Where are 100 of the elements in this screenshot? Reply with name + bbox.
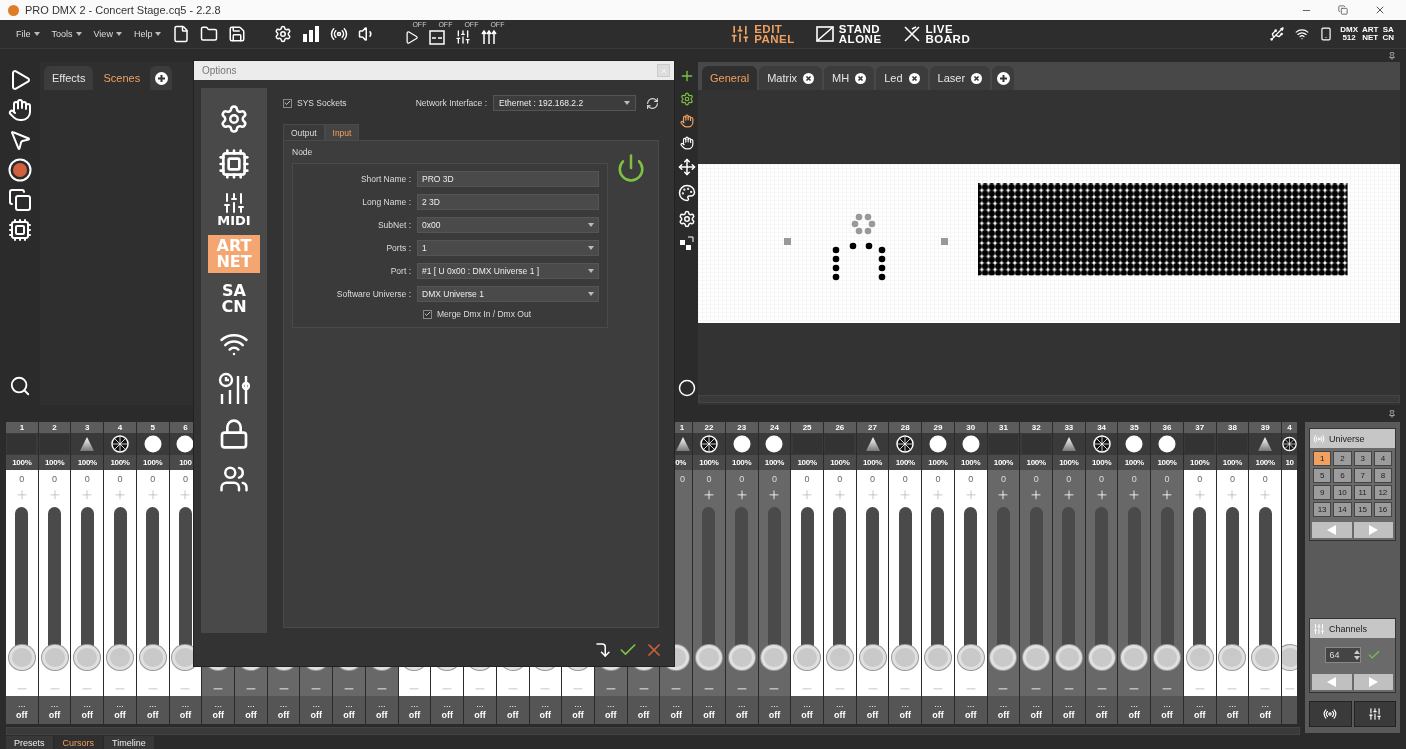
universe-button[interactable]: 8: [1373, 468, 1392, 483]
pin-icon[interactable]: [1388, 51, 1396, 60]
channel-dots[interactable]: ...: [1097, 699, 1106, 710]
settings-icon[interactable]: [679, 92, 694, 106]
next-button[interactable]: [1353, 674, 1393, 690]
universe-button[interactable]: 7: [1353, 468, 1372, 483]
plus-icon[interactable]: [1029, 487, 1044, 502]
channel-dots[interactable]: ...: [508, 699, 517, 710]
mode-button[interactable]: EDIT PANEL: [722, 24, 803, 44]
universe-button[interactable]: 11: [1353, 485, 1372, 500]
protocol-label[interactable]: SA CN: [1382, 26, 1394, 42]
settings-icon[interactable]: [677, 210, 696, 228]
channel-dots[interactable]: ...: [345, 699, 353, 710]
stage-tab[interactable]: General: [702, 66, 758, 90]
channel-dots[interactable]: ...: [737, 699, 746, 710]
universe-button[interactable]: 10: [1333, 485, 1352, 500]
squares-icon[interactable]: [679, 236, 694, 250]
channel-dots[interactable]: ...: [901, 699, 909, 710]
channel-dots[interactable]: ...: [410, 699, 419, 710]
close-icon[interactable]: [1374, 4, 1386, 16]
mode-button[interactable]: LIVE BOARD: [893, 24, 979, 44]
power-icon[interactable]: [616, 153, 646, 184]
universe-button[interactable]: 5: [1313, 468, 1332, 483]
restore-icon[interactable]: [1338, 5, 1348, 15]
plus-icon[interactable]: [1094, 487, 1109, 502]
select-icon[interactable]: [8, 128, 32, 152]
close-icon[interactable]: [855, 72, 867, 84]
channel-dots[interactable]: ...: [214, 699, 222, 710]
panel-tab[interactable]: Effects: [44, 66, 94, 90]
chip-icon[interactable]: [8, 218, 32, 242]
channel-count-field[interactable]: 64: [1324, 647, 1361, 663]
dialog-tab[interactable]: Input: [324, 124, 360, 141]
hand-icon[interactable]: [679, 114, 694, 128]
universe-button[interactable]: 15: [1353, 502, 1372, 517]
close-icon[interactable]: [803, 72, 815, 84]
universe-button[interactable]: 14: [1333, 502, 1352, 517]
menu-item[interactable]: File: [12, 29, 44, 39]
horizontal-scrollbar[interactable]: [698, 395, 1400, 403]
channel-dots[interactable]: ...: [50, 699, 59, 710]
protocol-tab[interactable]: SA CN: [208, 280, 260, 319]
checkbox[interactable]: [423, 309, 432, 319]
search-icon[interactable]: [9, 375, 31, 397]
channel-dots[interactable]: ...: [803, 699, 811, 710]
fixture-marker[interactable]: [784, 238, 791, 245]
channel-dots[interactable]: ...: [541, 699, 550, 710]
plus-icon[interactable]: [1061, 487, 1076, 502]
channel-dots[interactable]: ...: [1195, 699, 1204, 710]
channel-dots[interactable]: ...: [1261, 699, 1269, 710]
plus-icon[interactable]: [1160, 487, 1174, 502]
move-icon[interactable]: [677, 158, 696, 176]
universe-button[interactable]: 4: [1373, 451, 1392, 466]
channel-dots[interactable]: ...: [148, 699, 157, 710]
dropdown[interactable]: 1: [417, 240, 599, 257]
channel-dots[interactable]: ...: [378, 699, 386, 710]
checkbox[interactable]: [283, 98, 292, 108]
plus-icon[interactable]: [734, 487, 749, 502]
universe-button[interactable]: 13: [1313, 502, 1332, 517]
stage-tab[interactable]: Matrix: [759, 66, 823, 90]
channel-dots[interactable]: ...: [672, 699, 680, 710]
network-interface-select[interactable]: Ethernet : 192.168.2.2: [493, 95, 636, 112]
channel-dots[interactable]: ...: [705, 699, 713, 710]
channel-dots[interactable]: ...: [574, 699, 582, 710]
universe-button[interactable]: 9: [1313, 485, 1332, 500]
bottom-tab[interactable]: Presets: [6, 736, 53, 749]
palette-icon[interactable]: [677, 184, 696, 202]
menu-item[interactable]: View: [89, 29, 126, 39]
moving-head-fixture-drawing[interactable]: [851, 213, 876, 235]
close-icon[interactable]: [971, 72, 983, 84]
channel-dots[interactable]: ...: [1130, 699, 1139, 710]
confirm-icon[interactable]: [1366, 648, 1381, 662]
channel-dots[interactable]: ...: [966, 699, 975, 710]
dialog-tab[interactable]: Output: [283, 124, 325, 141]
channel-dots[interactable]: ...: [476, 699, 484, 710]
universe-button[interactable]: 12: [1373, 485, 1392, 500]
channel-dots[interactable]: ...: [770, 699, 779, 710]
stage-tab[interactable]: Laser: [929, 66, 991, 90]
universe-button[interactable]: 2: [1333, 451, 1352, 466]
universe-button[interactable]: 6: [1333, 468, 1352, 483]
dropdown[interactable]: 0x00: [417, 217, 599, 234]
midi-tab[interactable]: MIDI: [208, 190, 260, 229]
channel-dots[interactable]: ...: [1228, 699, 1237, 710]
universe-button[interactable]: 1: [1313, 451, 1332, 466]
stage-tab[interactable]: MH: [824, 66, 875, 90]
channel-dots[interactable]: ...: [247, 699, 255, 710]
horizontal-scrollbar[interactable]: [6, 727, 1300, 735]
protocol-label[interactable]: ART NET: [1362, 26, 1379, 42]
menu-item[interactable]: Help: [129, 29, 166, 39]
plus-icon[interactable]: [1127, 487, 1142, 502]
input-field[interactable]: 2 3D: [417, 194, 599, 211]
led-arch-drawing[interactable]: [832, 242, 886, 281]
stage-canvas[interactable]: [698, 164, 1400, 323]
dmx-button[interactable]: [1309, 701, 1352, 727]
channel-dots[interactable]: ...: [607, 699, 615, 710]
channel-dots[interactable]: ...: [1065, 699, 1073, 710]
dropdown[interactable]: DMX Universe 1: [417, 286, 599, 303]
channel-dots[interactable]: ...: [1163, 699, 1171, 710]
add-tab-button[interactable]: [992, 66, 1015, 90]
refresh-icon[interactable]: [646, 96, 659, 110]
copy-icon[interactable]: [8, 188, 32, 212]
channel-dots[interactable]: ...: [868, 699, 877, 710]
